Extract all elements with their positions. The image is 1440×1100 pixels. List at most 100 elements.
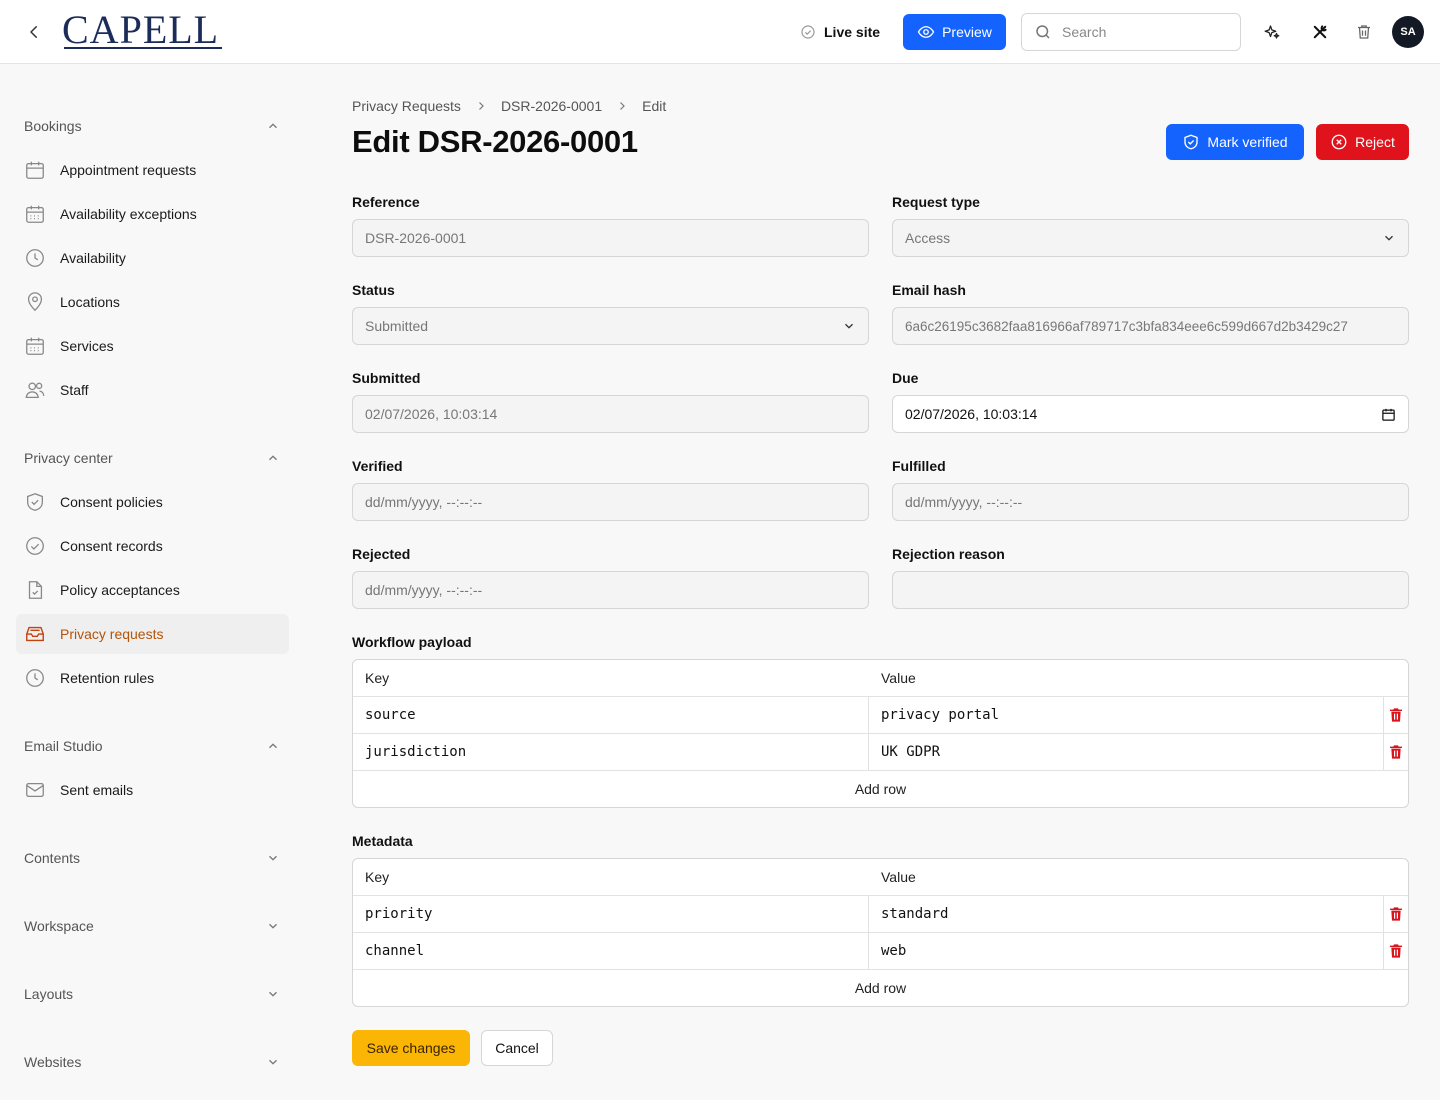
sidebar-item-availability[interactable]: Availability: [16, 238, 289, 278]
value-column-header: Value: [881, 869, 916, 885]
check-circle-icon: [24, 535, 46, 557]
reject-button[interactable]: Reject: [1316, 124, 1409, 160]
sidebar-item-consent-policies[interactable]: Consent policies: [16, 482, 289, 522]
add-row-button[interactable]: Add row: [353, 771, 1408, 807]
chevron-left-icon: [30, 26, 37, 38]
save-changes-button[interactable]: Save changes: [352, 1030, 470, 1066]
breadcrumb: Privacy Requests DSR-2026-0001 Edit: [352, 96, 666, 116]
nav-section-websites[interactable]: Websites: [24, 1050, 280, 1074]
request-type-select[interactable]: Access: [892, 219, 1409, 257]
search-box[interactable]: [1021, 13, 1241, 51]
cancel-button[interactable]: Cancel: [481, 1030, 553, 1066]
submitted-field[interactable]: 02/07/2026, 10:03:14: [352, 395, 869, 433]
fulfilled-field[interactable]: dd/mm/yyyy, --:--:--: [892, 483, 1409, 521]
breadcrumb-record[interactable]: DSR-2026-0001: [501, 98, 602, 114]
preview-button[interactable]: Preview: [903, 14, 1006, 50]
nav-section-privacy-center[interactable]: Privacy center: [24, 446, 280, 470]
value-cell[interactable]: UK GDPR: [869, 733, 1384, 771]
delete-row-button[interactable]: [1384, 896, 1408, 933]
key-cell[interactable]: jurisdiction: [353, 733, 869, 771]
sidebar-item-retention-rules[interactable]: Retention rules: [16, 658, 289, 698]
sidebar-item-privacy-requests[interactable]: Privacy requests: [16, 614, 289, 654]
sidebar-item-sent-emails[interactable]: Sent emails: [16, 770, 289, 810]
trash-icon: [1390, 745, 1402, 759]
preview-label: Preview: [942, 24, 992, 40]
nav-section-email-studio[interactable]: Email Studio: [24, 734, 280, 758]
sidebar-item-label: Privacy requests: [60, 626, 164, 642]
logo-underline: [64, 47, 222, 49]
nav-section-title: Websites: [24, 1054, 82, 1070]
nav-section-workspace[interactable]: Workspace: [24, 914, 280, 938]
email-hash-field[interactable]: 6a6c26195c3682faa816966af789717c3bfa834e…: [892, 307, 1409, 345]
status-select[interactable]: Submitted: [352, 307, 869, 345]
calendar-grid-icon: [24, 203, 46, 225]
search-input[interactable]: [1062, 24, 1222, 40]
trash-icon: [1390, 708, 1402, 722]
value-cell[interactable]: privacy portal: [869, 696, 1384, 734]
due-field[interactable]: 02/07/2026, 10:03:14: [892, 395, 1409, 433]
delete-row-button[interactable]: [1384, 933, 1408, 970]
sidebar-item-policy-acceptances[interactable]: Policy acceptances: [16, 570, 289, 610]
request-type-label: Request type: [892, 194, 980, 210]
rejected-label: Rejected: [352, 546, 411, 562]
rejected-field[interactable]: dd/mm/yyyy, --:--:--: [352, 571, 869, 609]
key-cell[interactable]: source: [353, 696, 869, 734]
chevron-right-icon: [620, 102, 625, 110]
chevron-down-icon: [845, 323, 853, 329]
delete-row-button[interactable]: [1384, 734, 1408, 771]
delete-row-button[interactable]: [1384, 697, 1408, 734]
table-row: jurisdiction UK GDPR: [353, 733, 1408, 771]
value-cell[interactable]: standard: [869, 895, 1384, 933]
ai-sparkle-button[interactable]: [1260, 20, 1284, 44]
status-value: Submitted: [365, 318, 429, 334]
add-row-button[interactable]: Add row: [353, 970, 1408, 1006]
logo[interactable]: CAPELL: [62, 8, 219, 52]
live-site-label: Live site: [824, 24, 881, 40]
key-cell[interactable]: priority: [353, 895, 869, 933]
key-column-header: Key: [365, 869, 390, 885]
table-row: priority standard: [353, 895, 1408, 933]
chevron-down-icon: [269, 1059, 277, 1065]
sidebar-item-staff[interactable]: Staff: [16, 370, 289, 410]
tools-button[interactable]: [1308, 20, 1332, 44]
due-value: 02/07/2026, 10:03:14: [905, 406, 1038, 422]
trash-icon: [1390, 907, 1402, 921]
breadcrumb-privacy-requests[interactable]: Privacy Requests: [352, 98, 461, 114]
nav-section-bookings[interactable]: Bookings: [24, 114, 280, 138]
clock-icon: [24, 667, 46, 689]
sidebar-item-label: Policy acceptances: [60, 582, 180, 598]
live-site-link[interactable]: Live site: [800, 20, 880, 44]
nav-section-title: Workspace: [24, 918, 94, 934]
x-circle-icon: [1331, 134, 1347, 150]
sparkles-icon: [1264, 25, 1280, 39]
sidebar-item-services[interactable]: Services: [16, 326, 289, 366]
nav-section-title: Contents: [24, 850, 81, 866]
fulfilled-placeholder: dd/mm/yyyy, --:--:--: [905, 494, 1023, 510]
sidebar-item-label: Locations: [60, 294, 120, 310]
sidebar-item-locations[interactable]: Locations: [16, 282, 289, 322]
sidebar-item-appointment-requests[interactable]: Appointment requests: [16, 150, 289, 190]
verified-field[interactable]: dd/mm/yyyy, --:--:--: [352, 483, 869, 521]
mark-verified-button[interactable]: Mark verified: [1166, 124, 1304, 160]
calendar-grid-icon: [24, 335, 46, 357]
value-column-header: Value: [881, 670, 916, 686]
verified-label: Verified: [352, 458, 403, 474]
shield-check-icon: [24, 491, 46, 513]
rejection-reason-field[interactable]: [892, 571, 1409, 609]
nav-section-layouts[interactable]: Layouts: [24, 982, 280, 1006]
metadata-label: Metadata: [352, 833, 413, 849]
nav-section-title: Layouts: [24, 986, 74, 1002]
submitted-value: 02/07/2026, 10:03:14: [365, 406, 498, 422]
value-cell[interactable]: web: [869, 932, 1384, 970]
avatar[interactable]: SA: [1392, 16, 1424, 48]
sidebar-item-consent-records[interactable]: Consent records: [16, 526, 289, 566]
request-type-value: Access: [905, 230, 951, 246]
key-cell[interactable]: channel: [353, 932, 869, 970]
back-button[interactable]: [22, 20, 46, 44]
nav-section-contents[interactable]: Contents: [24, 846, 280, 870]
trash-button[interactable]: [1352, 20, 1376, 44]
reference-field[interactable]: DSR-2026-0001: [352, 219, 869, 257]
sidebar-item-availability-exceptions[interactable]: Availability exceptions: [16, 194, 289, 234]
calendar-icon[interactable]: [1381, 407, 1396, 422]
sidebar-item-label: Staff: [60, 382, 89, 398]
